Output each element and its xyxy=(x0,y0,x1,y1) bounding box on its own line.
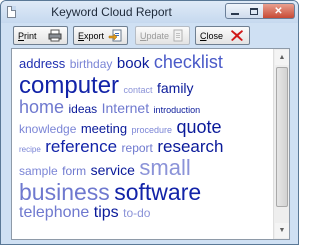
close-label: lose xyxy=(206,30,224,41)
cloud-line: knowledge meeting procedure quote xyxy=(19,117,269,138)
keyword-internet[interactable]: Internet xyxy=(102,100,149,116)
keyword-cloud-panel: address birthday book checklist computer … xyxy=(11,48,290,240)
cloud-line: telephone tips to-do xyxy=(19,204,269,222)
keyword-checklist[interactable]: checklist xyxy=(154,52,223,72)
keyword-ideas[interactable]: ideas xyxy=(68,102,97,116)
cloud-line: address birthday book checklist xyxy=(19,53,269,73)
export-icon xyxy=(108,29,122,42)
keyword-meeting[interactable]: meeting xyxy=(81,121,127,136)
keyword-procedure[interactable]: procedure xyxy=(132,125,173,135)
keyword-software[interactable]: software xyxy=(114,179,201,205)
close-button[interactable]: Close xyxy=(195,26,250,45)
cloud-line: business software xyxy=(19,180,269,205)
keyword-quote[interactable]: quote xyxy=(177,117,222,137)
print-button[interactable]: Print xyxy=(13,26,68,45)
keyword-reference[interactable]: reference xyxy=(45,137,117,156)
keyword-home[interactable]: home xyxy=(19,97,64,117)
update-icon xyxy=(173,29,183,42)
keyword-introduction[interactable]: introduction xyxy=(154,105,201,115)
red-x-icon xyxy=(231,30,243,41)
cloud-line: sample form service small xyxy=(19,156,269,180)
keyword-family[interactable]: family xyxy=(157,80,194,96)
scroll-down-arrow[interactable]: ▼ xyxy=(275,223,289,238)
keyword-business[interactable]: business xyxy=(19,179,110,205)
keyword-small[interactable]: small xyxy=(139,155,190,180)
export-button[interactable]: Export xyxy=(73,26,128,45)
printer-icon xyxy=(48,29,62,42)
maximize-icon xyxy=(249,7,258,15)
export-label: xport xyxy=(84,30,105,41)
keyword-telephone[interactable]: telephone xyxy=(19,204,89,221)
keyword-sample[interactable]: sample xyxy=(19,164,58,178)
keyword-birthday[interactable]: birthday xyxy=(70,57,113,71)
keyword-contact[interactable]: contact xyxy=(124,85,153,95)
window-close-button[interactable]: ✕ xyxy=(263,3,295,19)
keyword-cloud: address birthday book checklist computer … xyxy=(19,53,269,222)
keyword-recipe[interactable]: recipe xyxy=(19,145,41,154)
keyword-service[interactable]: service xyxy=(91,162,135,178)
scroll-up-arrow[interactable]: ▲ xyxy=(275,50,289,65)
keyword-knowledge[interactable]: knowledge xyxy=(19,122,76,136)
window-title: Keyword Cloud Report xyxy=(51,5,172,19)
cloud-line: recipe reference report research xyxy=(19,137,269,157)
report-window: Keyword Cloud Report ✕ Print Export U pd… xyxy=(0,0,299,245)
scrollbar-thumb[interactable] xyxy=(276,67,288,207)
keyword-to-do[interactable]: to-do xyxy=(123,206,150,220)
minimize-button[interactable] xyxy=(225,3,245,19)
cloud-line: computer contact family xyxy=(19,73,269,98)
cloud-line: home ideas Internet introduction xyxy=(19,98,269,118)
print-label: rint xyxy=(24,30,37,41)
maximize-button[interactable] xyxy=(244,3,264,19)
keyword-report[interactable]: report xyxy=(122,141,153,155)
minimize-icon xyxy=(231,13,239,15)
keyword-research[interactable]: research xyxy=(157,137,223,156)
keyword-address[interactable]: address xyxy=(19,56,65,71)
update-label: pdate xyxy=(146,30,170,41)
keyword-form[interactable]: form xyxy=(62,164,86,178)
keyword-computer[interactable]: computer xyxy=(19,72,119,99)
update-button[interactable]: Update xyxy=(135,26,190,45)
toolbar: Print Export Update C lose xyxy=(1,23,298,47)
keyword-book[interactable]: book xyxy=(117,55,150,72)
close-icon: ✕ xyxy=(274,5,283,17)
title-bar[interactable]: Keyword Cloud Report ✕ xyxy=(1,1,298,23)
keyword-tips[interactable]: tips xyxy=(94,204,119,221)
vertical-scrollbar[interactable]: ▲ ▼ xyxy=(273,49,289,239)
